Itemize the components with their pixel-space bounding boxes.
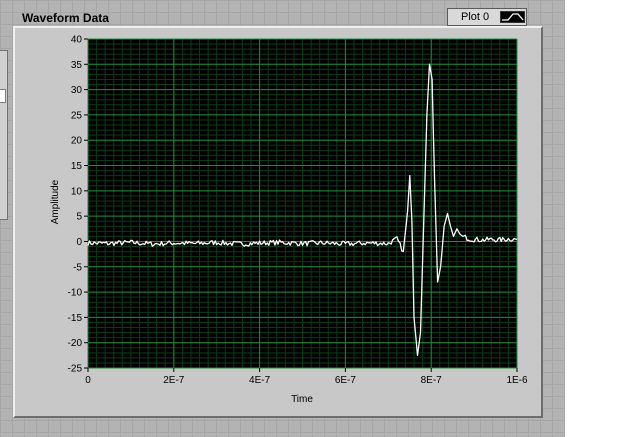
y-tick-label: 10	[71, 186, 83, 197]
y-tick-label: 15	[71, 161, 83, 172]
y-tick-label: -25	[68, 364, 83, 375]
y-tick-label: 35	[71, 60, 83, 71]
y-tick-label: -10	[68, 288, 83, 299]
y-tick-label: 20	[71, 136, 83, 147]
y-tick-label: 40	[71, 35, 83, 46]
y-tick-label: -15	[68, 313, 83, 324]
y-tick-label: 5	[76, 212, 82, 223]
y-tick-label: 0	[76, 237, 82, 248]
x-tick-label: 0	[85, 375, 91, 386]
y-tick-label: -20	[68, 338, 83, 349]
y-axis-ticks: 40 35 30 25 20 15 10 5 0 -5 -10 -15 -20 -25	[68, 35, 88, 375]
x-axis-ticks: 0 2E-7 4E-7 6E-7 8E-7 1E-6	[85, 368, 528, 386]
y-tick-label: -5	[73, 262, 82, 273]
y-axis-label: Amplitude	[50, 179, 61, 224]
y-tick-label: 30	[71, 85, 83, 96]
x-tick-label: 8E-7	[421, 375, 443, 386]
y-tick-label: 25	[71, 110, 83, 121]
x-tick-label: 2E-7	[163, 375, 185, 386]
x-axis-label: Time	[291, 394, 313, 405]
waveform-chart[interactable]: 40 35 30 25 20 15 10 5 0 -5 -10 -15 -20 -25 0 2E-7 4E-7…	[0, 0, 640, 437]
x-tick-label: 4E-7	[249, 375, 271, 386]
x-tick-label: 6E-7	[335, 375, 357, 386]
x-tick-label: 1E-6	[506, 375, 528, 386]
